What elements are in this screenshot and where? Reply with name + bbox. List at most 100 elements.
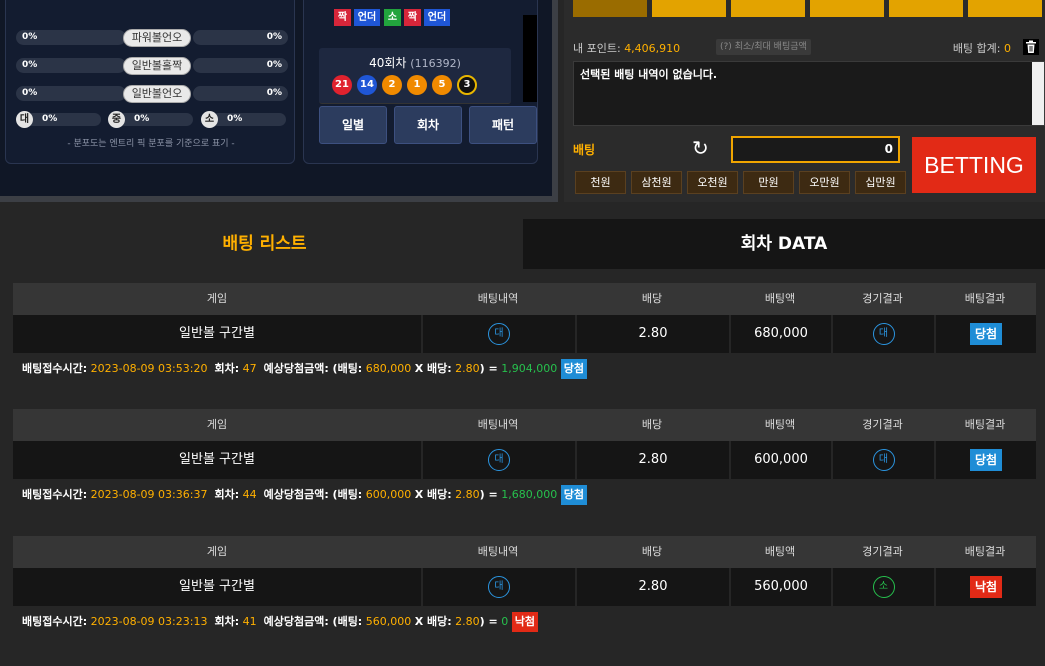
bet-outcome: 소 xyxy=(833,568,936,606)
game-tab[interactable] xyxy=(889,0,963,17)
trash-icon[interactable] xyxy=(1023,39,1039,55)
large-pct: 0% xyxy=(42,114,58,124)
amount-100000-button[interactable]: 십만원 xyxy=(855,171,906,194)
col-odds: 배당 xyxy=(641,292,663,305)
minmax-info[interactable]: (?) 최소/최대 배팅금액 xyxy=(716,39,811,55)
col-pick: 배팅내역 xyxy=(477,545,519,558)
refresh-icon[interactable]: ↻ xyxy=(692,136,709,160)
small-pct: 0% xyxy=(227,114,243,124)
bet-pick: 대 xyxy=(423,441,577,479)
bet-amount: 600,000 xyxy=(731,441,833,479)
col-pick: 배팅내역 xyxy=(477,418,519,431)
game-tab[interactable] xyxy=(810,0,884,17)
stat-left-pct: 0% xyxy=(22,88,38,98)
stat-label: 일반볼언오 xyxy=(123,85,191,103)
distribution-box: 0% 0% 파워볼언오 0% 0% 일반볼홀짝 0% 0% 일반볼언오 대 0%… xyxy=(5,0,295,164)
bet-sum: 배팅 합계: 0 xyxy=(952,42,1011,55)
game-tab[interactable] xyxy=(573,0,647,17)
bet-game: 일반볼 구간별 xyxy=(13,441,423,479)
result-tag: 소 xyxy=(384,9,401,26)
distribution-note: - 분포도는 엔트리 픽 분포를 기준으로 표기 - xyxy=(67,139,235,149)
col-result: 배팅결과 xyxy=(964,292,1006,305)
ball: 21 xyxy=(332,75,352,95)
ball: 1 xyxy=(407,75,427,95)
stat-label: 파워볼언오 xyxy=(123,29,191,47)
daily-button[interactable]: 일별 xyxy=(319,106,387,144)
betting-panel: 내 포인트: 4,406,910 (?) 최소/최대 배팅금액 배팅 합계: 0… xyxy=(564,0,1045,202)
round-card: 40회차 (116392) 21 14 2 1 5 3 xyxy=(319,48,511,104)
page: 0% 0% 파워볼언오 0% 0% 일반볼홀짝 0% 0% 일반볼언오 대 0%… xyxy=(0,0,1045,666)
pattern-button[interactable]: 패턴 xyxy=(469,106,537,144)
stat-left-pct: 0% xyxy=(22,32,38,42)
powerball: 3 xyxy=(457,75,477,95)
bet-row: 일반볼 구간별 대 2.80 560,000 소 낙첨 xyxy=(13,568,1036,606)
outcome-badge: 소 xyxy=(872,575,895,598)
results-scrollbar[interactable] xyxy=(523,15,537,102)
ball: 5 xyxy=(432,75,452,95)
bet-game: 일반볼 구간별 xyxy=(13,315,423,353)
outcome-badge: 대 xyxy=(872,448,895,471)
bet-amount: 560,000 xyxy=(731,568,833,606)
result-badge: 당첨 xyxy=(969,322,1003,345)
bet-result: 낙첨 xyxy=(936,568,1036,606)
col-odds: 배당 xyxy=(641,418,663,431)
tab-bet-list[interactable]: 배팅 리스트 xyxy=(6,219,523,269)
bet-time: 2023-08-09 03:53:20 xyxy=(90,362,208,375)
bet-row: 일반볼 구간별 대 2.80 680,000 대 당첨 xyxy=(13,315,1036,353)
col-amount: 배팅액 xyxy=(764,418,796,431)
pick-badge: 대 xyxy=(488,322,510,345)
col-outcome: 경기결과 xyxy=(862,418,903,431)
stat-row: 0% 0% 일반볼언오 xyxy=(16,85,288,103)
bet-selection-area[interactable]: 선택된 배팅 내역이 없습니다. xyxy=(573,61,1045,126)
bet-round: 44 xyxy=(242,488,257,501)
col-amount: 배팅액 xyxy=(764,292,796,305)
round-button[interactable]: 회차 xyxy=(394,106,462,144)
recent-results-box: 짝 언더 소 짝 언더 40회차 (116392) 21 14 2 1 5 3 xyxy=(303,0,538,164)
bet-row: 일반볼 구간별 대 2.80 600,000 대 당첨 xyxy=(13,441,1036,479)
stats-panel: 0% 0% 파워볼언오 0% 0% 일반볼홀짝 0% 0% 일반볼언오 대 0%… xyxy=(0,0,558,202)
amount-10000-button[interactable]: 만원 xyxy=(743,171,794,194)
points-value: 4,406,910 xyxy=(624,42,681,55)
amount-3000-button[interactable]: 삼천원 xyxy=(631,171,682,194)
info-result-badge: 당첨 xyxy=(560,359,587,379)
bet-info: 배팅접수시간: 2023-08-09 03:36:37 회차: 44 예상당첨금… xyxy=(22,485,587,505)
stat-label: 일반볼홀짝 xyxy=(123,57,191,75)
bet-result: 당첨 xyxy=(936,315,1036,353)
amount-50000-button[interactable]: 오만원 xyxy=(799,171,850,194)
bet-odds: 2.80 xyxy=(577,441,731,479)
bet-info: 배팅접수시간: 2023-08-09 03:53:20 회차: 47 예상당첨금… xyxy=(22,359,587,379)
small-badge: 소 xyxy=(201,111,218,128)
stat-row: 0% 0% 일반볼홀짝 xyxy=(16,57,288,75)
col-game: 게임 xyxy=(206,418,228,431)
bet-pick: 대 xyxy=(423,315,577,353)
bet-amount-input[interactable]: 0 xyxy=(731,136,900,163)
bet-selection-scrollbar[interactable] xyxy=(1032,62,1044,125)
col-odds: 배당 xyxy=(641,545,663,558)
amount-1000-button[interactable]: 천원 xyxy=(575,171,626,194)
stat-right-pct: 0% xyxy=(266,88,282,98)
ball: 14 xyxy=(357,75,377,95)
betting-button[interactable]: BETTING xyxy=(912,137,1036,193)
bet-payout: 0 xyxy=(501,615,509,628)
bet-round: 41 xyxy=(242,615,257,628)
game-tab[interactable] xyxy=(652,0,726,17)
bet-sum-value: 0 xyxy=(1004,42,1011,55)
tab-round-data[interactable]: 회차 DATA xyxy=(523,219,1045,269)
result-tag: 언더 xyxy=(354,9,380,26)
bet-odds: 2.80 xyxy=(577,568,731,606)
bet-table-header: 게임 배팅내역 배당 배팅액 경기결과 배팅결과 xyxy=(13,283,1036,315)
bet-time: 2023-08-09 03:36:37 xyxy=(90,488,208,501)
bet-amount: 680,000 xyxy=(731,315,833,353)
game-tabs xyxy=(573,0,1045,17)
size-stat-medium: 중 0% xyxy=(108,111,193,128)
bet-payout: 1,904,000 xyxy=(501,362,558,375)
medium-badge: 중 xyxy=(108,111,125,128)
game-tab[interactable] xyxy=(968,0,1042,17)
col-result: 배팅결과 xyxy=(964,418,1006,431)
bet-info: 배팅접수시간: 2023-08-09 03:23:13 회차: 41 예상당첨금… xyxy=(22,612,538,632)
amount-5000-button[interactable]: 오천원 xyxy=(687,171,738,194)
col-game: 게임 xyxy=(206,292,228,305)
bet-time: 2023-08-09 03:23:13 xyxy=(90,615,208,628)
ball: 2 xyxy=(382,75,402,95)
game-tab[interactable] xyxy=(731,0,805,17)
